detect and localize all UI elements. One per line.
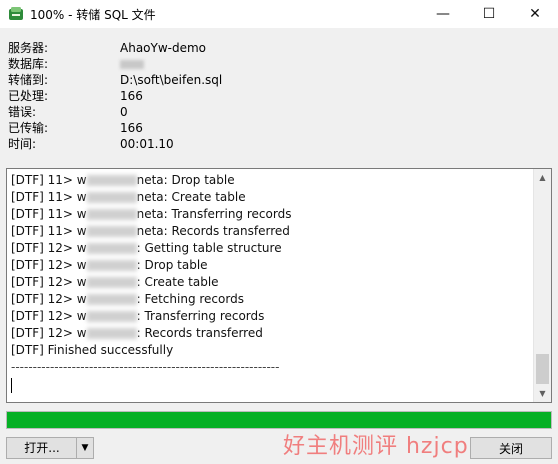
info-row-server: 服务器: AhaoYw-demo bbox=[8, 40, 308, 56]
minimize-button[interactable]: — bbox=[420, 0, 466, 28]
log-textarea[interactable]: [DTF] 11> w neta: Drop table [DTF] 11> wn… bbox=[6, 168, 552, 403]
close-button-label: 关闭 bbox=[498, 441, 523, 456]
log-line: [DTF] 11> w neta: Create table bbox=[11, 190, 246, 204]
maximize-button[interactable]: ☐ bbox=[466, 0, 512, 28]
title-bar: 100% - 转储 SQL 文件 — ☐ ✕ bbox=[0, 0, 558, 28]
open-split-button[interactable]: 打开... ▼ bbox=[6, 437, 94, 459]
info-label: 已处理: bbox=[8, 89, 49, 103]
info-value: 166 bbox=[120, 121, 143, 135]
maximize-icon: ☐ bbox=[482, 6, 496, 22]
info-label: 转储到: bbox=[8, 73, 49, 87]
log-line: [DTF] 11> w neta: Transferring records bbox=[11, 207, 292, 221]
redacted-mark bbox=[86, 260, 137, 271]
info-value: AhaoYw-demo bbox=[120, 41, 207, 55]
redacted-mark bbox=[86, 277, 137, 288]
open-button-label[interactable]: 打开... bbox=[7, 438, 77, 458]
scroll-up-arrow-icon[interactable]: ▲ bbox=[534, 169, 551, 186]
info-row-errors: 错误: 0 bbox=[8, 104, 308, 120]
log-line: [DTF] 12> w: Getting table structure bbox=[11, 241, 282, 255]
progress-bar bbox=[6, 411, 552, 429]
log-line: [DTF] 12> w: Create table bbox=[11, 275, 219, 289]
log-lines: [DTF] 11> w neta: Drop table [DTF] 11> wn… bbox=[11, 172, 531, 393]
redacted-mark bbox=[86, 328, 137, 339]
progress-fill bbox=[7, 412, 551, 428]
info-row-time: 时间: 00:01.10 bbox=[8, 136, 308, 152]
log-line: [DTF] 12> w: Transferring records bbox=[11, 309, 265, 323]
window-title: 100% - 转储 SQL 文件 bbox=[30, 8, 156, 22]
info-value: 00:01.10 bbox=[120, 137, 174, 151]
info-value: 0 bbox=[120, 105, 128, 119]
info-row-database: 数据库: bbox=[8, 56, 308, 72]
text-caret bbox=[11, 378, 12, 393]
info-label: 数据库: bbox=[8, 57, 49, 71]
info-value: D:\soft\beifen.sql bbox=[120, 73, 223, 87]
log-line: [DTF] 11> w neta: Records transferred bbox=[11, 224, 290, 238]
dump-info: 服务器: AhaoYw-demo 数据库: 转储到: D:\soft\beife… bbox=[8, 40, 308, 152]
redacted-mark bbox=[86, 226, 137, 237]
log-line: [DTF] 11> w neta: Drop table bbox=[11, 173, 235, 187]
dropdown-arrow-icon[interactable]: ▼ bbox=[76, 438, 93, 458]
info-label: 已传输: bbox=[8, 121, 49, 135]
redacted-mark bbox=[120, 60, 144, 69]
info-row-transferred: 已传输: 166 bbox=[8, 120, 308, 136]
close-icon: ✕ bbox=[529, 6, 541, 22]
info-row-dump-to: 转储到: D:\soft\beifen.sql bbox=[8, 72, 308, 88]
info-label: 服务器: bbox=[8, 41, 49, 55]
info-label: 时间: bbox=[8, 137, 37, 151]
close-window-button[interactable]: ✕ bbox=[512, 0, 558, 28]
redacted-mark bbox=[86, 243, 137, 254]
redacted-mark bbox=[86, 192, 137, 203]
info-row-processed: 已处理: 166 bbox=[8, 88, 308, 104]
log-line: [DTF] 12> w: Records transferred bbox=[11, 326, 263, 340]
info-label: 错误: bbox=[8, 105, 37, 119]
navicat-app-icon bbox=[9, 7, 23, 20]
redacted-mark bbox=[86, 311, 137, 322]
log-scrollbar[interactable]: ▲ ▼ bbox=[533, 169, 551, 402]
log-finished: [DTF] Finished successfully bbox=[11, 343, 174, 357]
log-line: [DTF] 12> w: Fetching records bbox=[11, 292, 244, 306]
scroll-thumb[interactable] bbox=[536, 354, 549, 384]
redacted-mark bbox=[86, 294, 137, 305]
close-button[interactable]: 关闭 bbox=[470, 437, 552, 459]
log-separator: ----------------------------------------… bbox=[11, 360, 280, 374]
log-line: [DTF] 12> w: Drop table bbox=[11, 258, 208, 272]
scroll-down-arrow-icon[interactable]: ▼ bbox=[534, 385, 551, 402]
info-value: 166 bbox=[120, 89, 143, 103]
redacted-mark bbox=[86, 175, 137, 186]
redacted-mark bbox=[86, 209, 137, 220]
info-value-redacted bbox=[120, 56, 144, 72]
minimize-icon: — bbox=[436, 6, 450, 22]
